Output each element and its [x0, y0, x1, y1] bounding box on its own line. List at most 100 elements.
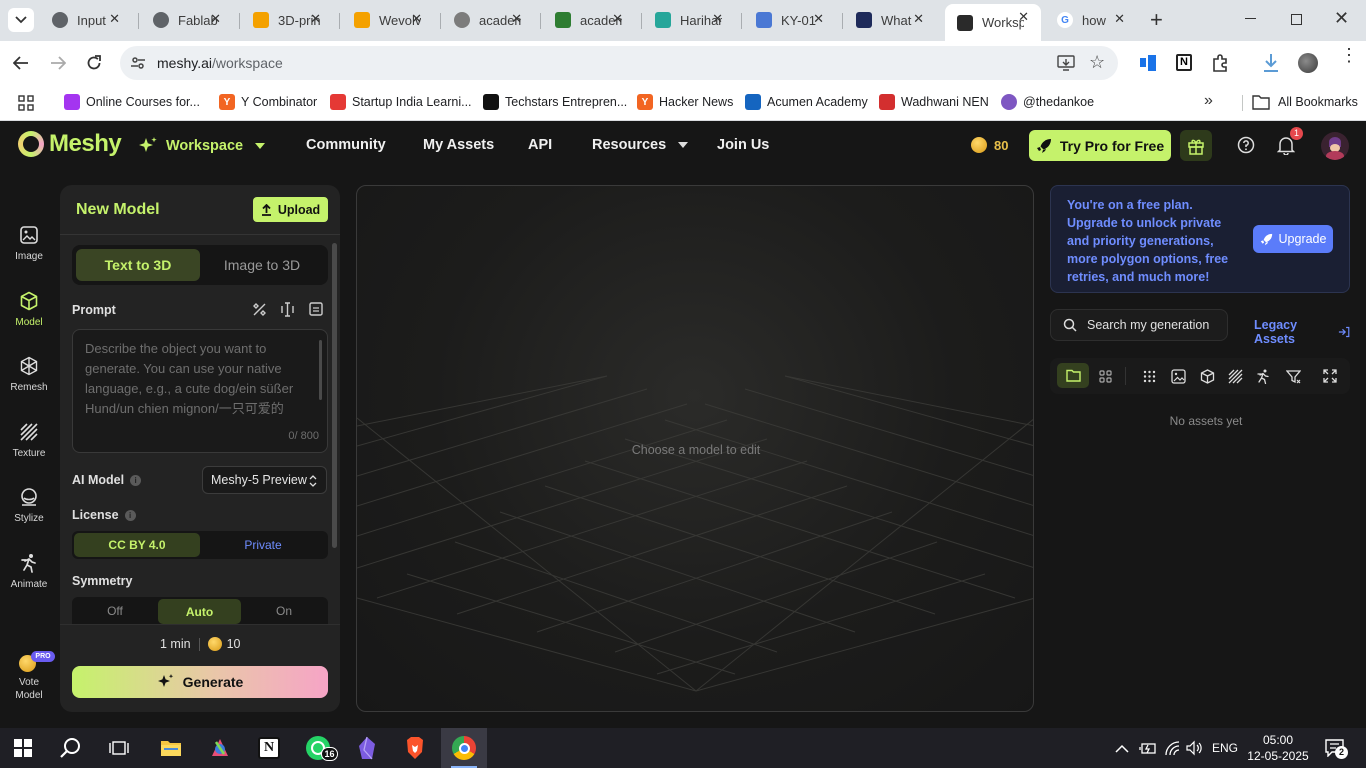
all-bookmarks[interactable]: All Bookmarks — [1252, 94, 1358, 110]
symmetry-on-option[interactable]: On — [242, 599, 326, 622]
bookmark-item[interactable]: Wadhwani NEN — [879, 94, 989, 110]
close-tab-icon[interactable]: ✕ — [511, 11, 522, 27]
browser-tab[interactable]: academy✕ — [442, 6, 534, 34]
bookmark-item[interactable]: Y Y Combinator — [219, 94, 317, 110]
search-generation-input[interactable]: Search my generation — [1050, 309, 1228, 341]
start-button[interactable] — [0, 728, 46, 768]
install-app-icon[interactable] — [1057, 55, 1075, 71]
forward-icon[interactable] — [50, 55, 66, 71]
symmetry-off-option[interactable]: Off — [74, 599, 156, 622]
obsidian-app-button[interactable] — [344, 728, 390, 768]
symmetry-auto-option[interactable]: Auto — [158, 599, 241, 624]
panel-scrollbar[interactable] — [332, 243, 337, 548]
info-icon[interactable]: i — [130, 474, 142, 486]
browser-tab[interactable]: Input ✕ — [40, 6, 132, 34]
upload-button[interactable]: Upload — [253, 197, 328, 222]
nav-resources[interactable]: Resources — [592, 137, 689, 153]
info-icon[interactable]: i — [124, 509, 136, 521]
apps-grid-icon[interactable] — [18, 95, 34, 111]
minimize-button[interactable] — [1245, 18, 1256, 19]
task-view-button[interactable] — [96, 728, 142, 768]
bookmark-item[interactable]: Acumen Academy — [745, 94, 868, 110]
close-tab-icon[interactable]: ✕ — [913, 11, 924, 27]
battery-icon[interactable] — [1139, 740, 1157, 756]
nav-my-assets[interactable]: My Assets — [423, 137, 494, 153]
volume-icon[interactable] — [1186, 740, 1202, 756]
user-avatar[interactable] — [1321, 132, 1349, 160]
extension-blue-icon[interactable] — [1140, 55, 1156, 71]
magic-tools-icon[interactable] — [252, 302, 267, 317]
help-icon[interactable] — [1237, 136, 1255, 154]
filter-texture-icon[interactable] — [1228, 369, 1243, 384]
generate-button[interactable]: Generate — [72, 666, 328, 698]
extensions-puzzle-icon[interactable] — [1211, 54, 1229, 72]
tab-text-to-3d[interactable]: Text to 3D — [76, 249, 200, 281]
file-explorer-button[interactable] — [148, 728, 194, 768]
browser-tab[interactable]: Ghow ✕ — [1045, 6, 1137, 34]
url-bar[interactable]: meshy.ai/workspace ☆ — [120, 46, 1118, 80]
filter-image-icon[interactable] — [1171, 369, 1186, 384]
notion-app-button[interactable]: N — [246, 728, 292, 768]
close-tab-icon[interactable]: ✕ — [813, 11, 824, 27]
clock[interactable]: 05:00 12-05-2025 — [1246, 732, 1310, 764]
gift-button[interactable] — [1180, 130, 1212, 161]
close-tab-icon[interactable]: ✕ — [411, 11, 422, 27]
filter-grid-icon[interactable] — [1099, 370, 1112, 383]
nav-join-us[interactable]: Join Us — [717, 137, 769, 153]
meshy-logo[interactable]: Meshy — [18, 130, 122, 158]
tab-search-button[interactable] — [8, 8, 34, 32]
3d-viewport[interactable]: Choose a model to edit — [356, 185, 1034, 712]
sidebar-item-remesh[interactable]: Remesh — [0, 356, 58, 393]
sidebar-item-image[interactable]: Image — [0, 225, 58, 262]
credits-display[interactable]: 80 — [971, 137, 1008, 153]
browser-tab[interactable]: KY-01 ✕ — [744, 6, 836, 34]
whatsapp-app-button[interactable]: 16 — [295, 728, 341, 768]
app-pinned-game-button[interactable] — [197, 728, 243, 768]
bookmarks-overflow-icon[interactable]: » — [1204, 92, 1213, 110]
close-tab-icon[interactable]: ✕ — [1114, 11, 1125, 27]
back-icon[interactable] — [13, 55, 29, 71]
filter-funnel-icon[interactable] — [1286, 369, 1301, 384]
license-private-option[interactable]: Private — [200, 533, 326, 557]
filter-animate-icon[interactable] — [1256, 369, 1271, 384]
notion-extension-icon[interactable]: N — [1176, 54, 1192, 71]
ai-model-select[interactable]: Meshy-5 Preview — [202, 466, 327, 494]
nav-api[interactable]: API — [528, 137, 552, 153]
show-hidden-icons[interactable] — [1115, 741, 1129, 755]
close-tab-icon[interactable]: ✕ — [1018, 9, 1029, 25]
close-tab-icon[interactable]: ✕ — [712, 11, 723, 27]
sidebar-item-texture[interactable]: Texture — [0, 422, 58, 459]
close-window-button[interactable]: ✕ — [1334, 8, 1349, 29]
bookmark-item[interactable]: Y Hacker News — [637, 94, 733, 110]
chrome-app-button[interactable] — [441, 728, 487, 768]
filter-model-icon[interactable] — [1200, 369, 1215, 384]
nav-community[interactable]: Community — [306, 137, 386, 153]
browser-tab[interactable]: academy✕ — [543, 6, 635, 34]
prompt-textarea[interactable]: Describe the object you want to generate… — [72, 329, 328, 453]
bookmark-item[interactable]: Techstars Entrepren... — [483, 94, 627, 110]
bookmark-star-icon[interactable]: ☆ — [1089, 52, 1105, 73]
nav-workspace[interactable]: Workspace — [138, 136, 266, 156]
filter-folder[interactable] — [1057, 363, 1089, 388]
sidebar-item-stylize[interactable]: Stylize — [0, 487, 58, 524]
license-cc-option[interactable]: CC BY 4.0 — [74, 533, 200, 557]
filter-all-icon[interactable] — [1143, 370, 1156, 383]
wifi-icon[interactable] — [1164, 740, 1180, 756]
template-list-icon[interactable] — [309, 302, 323, 316]
close-tab-icon[interactable]: ✕ — [310, 11, 321, 27]
text-cursor-icon[interactable] — [280, 302, 295, 317]
browser-tab[interactable]: 3D-print ✕ — [241, 6, 333, 34]
legacy-assets-link[interactable]: Legacy Assets — [1254, 318, 1350, 346]
site-info-icon[interactable] — [130, 55, 146, 71]
close-tab-icon[interactable]: ✕ — [612, 11, 623, 27]
new-tab-button[interactable]: + — [1150, 9, 1163, 31]
browser-tab[interactable]: Fablab ✕ — [141, 6, 233, 34]
bookmark-item[interactable]: Startup India Learni... — [330, 94, 472, 110]
browser-tab[interactable]: Workspace✕ — [945, 4, 1041, 41]
browser-tab[interactable]: Harihar ✕ — [643, 6, 735, 34]
language-indicator[interactable]: ENG — [1212, 741, 1238, 755]
bookmark-item[interactable]: Online Courses for... — [64, 94, 200, 110]
restore-button[interactable] — [1291, 14, 1302, 25]
tab-image-to-3d[interactable]: Image to 3D — [200, 249, 324, 281]
browser-tab[interactable]: What ✕ — [844, 6, 936, 34]
